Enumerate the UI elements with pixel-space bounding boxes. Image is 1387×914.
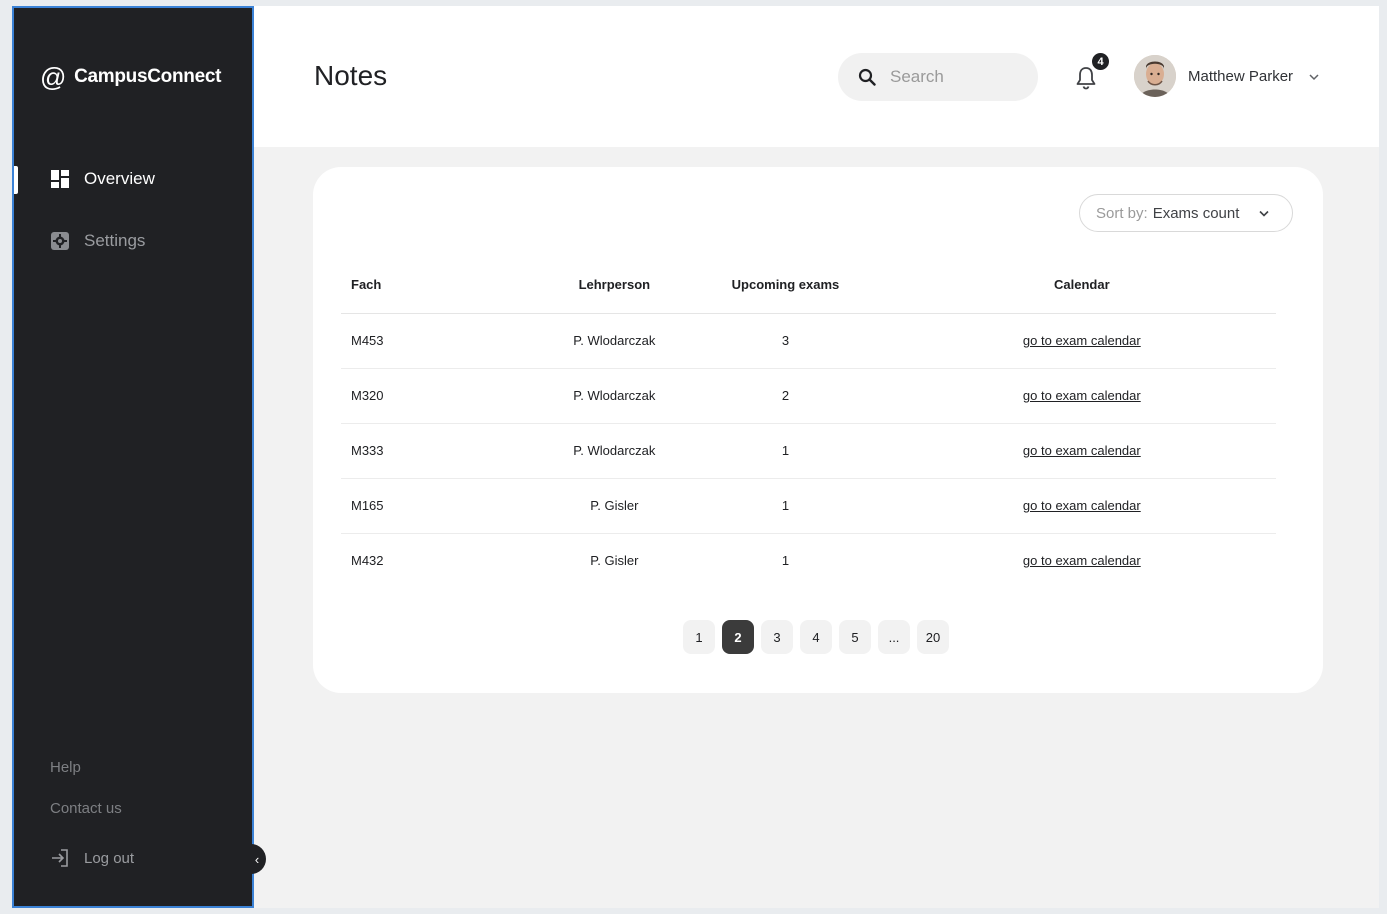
brand-name: CampusConnect (74, 66, 222, 87)
sidebar: @ CampusConnect Overview Settings Help C… (12, 6, 254, 908)
chevron-down-icon[interactable] (1308, 72, 1320, 82)
sidebar-item-label: Overview (84, 169, 155, 188)
page-title: Notes (314, 60, 388, 91)
table-row: M333 P. Wlodarczak 1 go to exam calendar (341, 423, 1276, 479)
column-header-calendar[interactable]: Calendar (887, 257, 1276, 314)
table-row: M165 P. Gisler 1 go to exam calendar (341, 478, 1276, 534)
settings-icon (51, 232, 69, 250)
app-frame: @ CampusConnect Overview Settings Help C… (12, 6, 1379, 908)
cell-fach: M453 (341, 313, 546, 369)
top-header: Notes 4 Matthew Parker (254, 6, 1379, 147)
cell-calendar: go to exam calendar (887, 368, 1276, 424)
cell-lehrperson: P. Wlodarczak (545, 423, 684, 479)
pagination: 1 2 3 4 5 ... 20 (683, 620, 949, 654)
user-photo-icon (1134, 55, 1176, 97)
notification-badge: 4 (1090, 51, 1111, 72)
table-header-row: Fach Lehrperson Upcoming exams Calendar (341, 257, 1276, 314)
cell-fach: M320 (341, 368, 546, 424)
page-button-2-current[interactable]: 2 (722, 620, 754, 654)
cell-upcoming-exams: 1 (781, 553, 790, 569)
help-link[interactable]: Help (50, 759, 81, 776)
exams-table: Fach Lehrperson Upcoming exams Calendar … (341, 257, 1276, 588)
column-header-lehrperson[interactable]: Lehrperson (545, 257, 684, 314)
contact-link[interactable]: Contact us (50, 800, 122, 817)
page-ellipsis[interactable]: ... (878, 620, 910, 654)
sort-label: Sort by: (1096, 204, 1148, 222)
at-icon: @ (40, 62, 67, 92)
cell-lehrperson: P. Wlodarczak (545, 368, 684, 424)
page-button-3[interactable]: 3 (761, 620, 793, 654)
sidebar-item-settings[interactable]: Settings (50, 231, 145, 251)
exam-calendar-link[interactable]: go to exam calendar (1023, 388, 1141, 403)
cell-calendar: go to exam calendar (887, 423, 1276, 479)
page-button-5[interactable]: 5 (839, 620, 871, 654)
sidebar-item-label: Settings (84, 231, 146, 250)
exam-calendar-link[interactable]: go to exam calendar (1023, 498, 1141, 513)
sort-value: Exams count (1152, 204, 1240, 222)
column-header-upcoming-exams[interactable]: Upcoming exams (683, 257, 888, 314)
cell-upcoming-exams: 3 (683, 313, 888, 369)
page-button-4[interactable]: 4 (800, 620, 832, 654)
exams-card: Sort by: Exams count Fach Lehrperson Upc… (313, 167, 1323, 693)
sort-dropdown[interactable]: Sort by: Exams count (1079, 194, 1293, 232)
cell-calendar: go to exam calendar (887, 478, 1276, 534)
sidebar-item-overview[interactable]: Overview (50, 169, 155, 189)
logout-label: Log out (84, 849, 135, 867)
cell-fach: M165 (341, 478, 546, 534)
chevron-left-icon: ‹ (254, 851, 260, 867)
search-icon (858, 68, 876, 86)
brand-logo[interactable]: @ CampusConnect (40, 64, 221, 90)
exam-calendar-link[interactable]: go to exam calendar (1023, 443, 1141, 458)
table-row: M453 P. Wlodarczak 3 go to exam calendar (341, 313, 1276, 369)
search-input[interactable] (890, 67, 1010, 87)
user-name[interactable]: Matthew Parker (1188, 68, 1293, 85)
avatar[interactable] (1134, 55, 1176, 97)
dashboard-icon (51, 170, 69, 188)
cell-upcoming-exams: 1 (683, 478, 888, 534)
chevron-down-icon (1259, 210, 1269, 217)
table-row: M320 P. Wlodarczak 2 go to exam calendar (341, 368, 1276, 424)
exam-calendar-link[interactable]: go to exam calendar (1023, 553, 1141, 568)
table-row: M432 P. Gisler 1 go to exam calendar (341, 533, 1276, 588)
logout-icon (52, 849, 68, 867)
exam-calendar-link[interactable]: go to exam calendar (1023, 333, 1141, 348)
cell-upcoming-exams: 2 (683, 368, 888, 424)
cell-lehrperson: P. Gisler (545, 478, 684, 534)
logout-button[interactable]: Log out (50, 848, 134, 868)
column-header-fach[interactable]: Fach (341, 257, 546, 314)
cell-calendar: go to exam calendar (887, 313, 1276, 369)
cell-lehrperson: P. Gisler (590, 553, 639, 569)
active-indicator (14, 166, 18, 194)
page-button-1[interactable]: 1 (683, 620, 715, 654)
cell-lehrperson: P. Wlodarczak (545, 313, 684, 369)
search-bar[interactable] (838, 53, 1038, 101)
collapse-sidebar-button[interactable]: ‹ (248, 844, 266, 874)
cell-calendar: go to exam calendar (888, 533, 1276, 588)
cell-fach: M333 (341, 423, 546, 479)
cell-upcoming-exams: 1 (683, 423, 888, 479)
cell-fach: M432 (351, 553, 384, 569)
page-button-20[interactable]: 20 (917, 620, 949, 654)
